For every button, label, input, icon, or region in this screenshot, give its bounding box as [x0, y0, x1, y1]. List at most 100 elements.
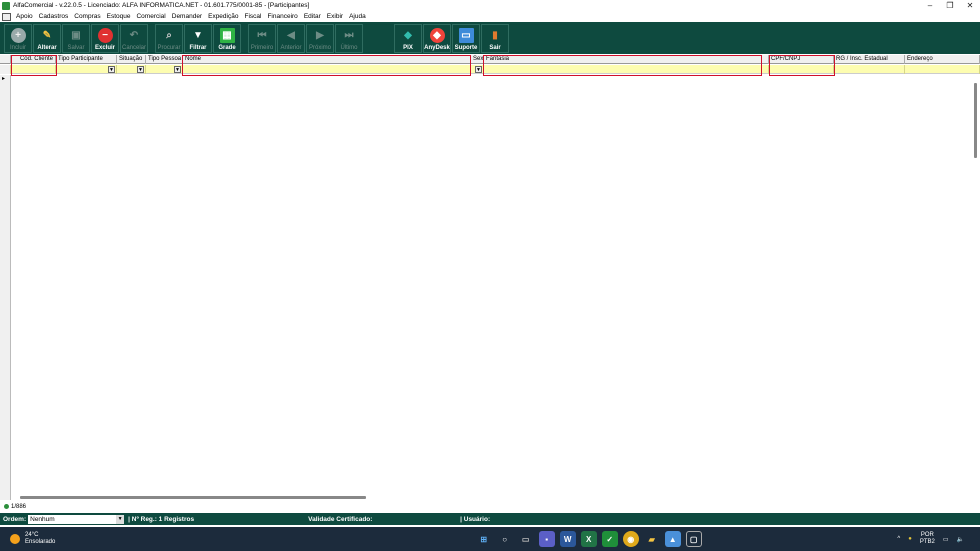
- header-corner-icon: [0, 55, 11, 64]
- proximo-label: Próximo: [308, 44, 331, 51]
- mdi-icon[interactable]: [2, 12, 11, 21]
- filter-tipo-participante[interactable]: ▼: [56, 65, 117, 74]
- pix-label: PIX: [403, 44, 413, 51]
- volume-muted-icon[interactable]: 🔈: [957, 536, 964, 543]
- filter-row-icon: [0, 65, 11, 74]
- menu-demander[interactable]: Demander: [169, 13, 205, 20]
- menu-expedicao[interactable]: Expedição: [205, 13, 241, 20]
- pix-button[interactable]: ◆ PIX: [394, 23, 422, 53]
- plus-icon: +: [10, 27, 26, 43]
- filter-rg-insc[interactable]: [834, 65, 905, 74]
- validade-certificado: Validade Certificado:: [308, 515, 373, 523]
- chevron-down-icon[interactable]: ▼: [475, 66, 482, 73]
- menu-fiscal[interactable]: Fiscal: [241, 13, 264, 20]
- menu-estoque[interactable]: Estoque: [104, 13, 134, 20]
- col-rg-insc[interactable]: RG / Insc. Estadual: [834, 55, 905, 64]
- keyboard-layout: PTB2: [919, 539, 935, 545]
- weather-desc: Ensolarado: [25, 539, 56, 545]
- salvar-label: Salvar: [67, 44, 85, 51]
- chevron-down-icon[interactable]: ▼: [174, 66, 181, 73]
- excel-icon[interactable]: X: [580, 531, 597, 547]
- tray-chevron-icon[interactable]: ^: [897, 536, 900, 542]
- pencil-icon: ✎: [42, 29, 52, 41]
- menu-financeiro[interactable]: Financeiro: [264, 13, 300, 20]
- record-status-icon: [4, 503, 9, 509]
- maximize-button[interactable]: ❐: [940, 1, 960, 10]
- language-indicator[interactable]: POR PTB2: [920, 532, 935, 546]
- ultimo-label: Último: [340, 44, 358, 51]
- anydesk-label: AnyDesk: [424, 44, 450, 51]
- col-situacao[interactable]: Situação: [117, 55, 146, 64]
- suporte-button[interactable]: ▭ Suporte: [452, 23, 480, 53]
- previous-icon: ◀: [287, 29, 295, 41]
- windows-start-icon[interactable]: ⊞: [476, 531, 492, 547]
- record-counter: 1/886: [11, 504, 27, 510]
- participants-grid[interactable]: Cód. Cliente Tipo Participante Situação …: [0, 55, 980, 500]
- alterar-label: Alterar: [37, 44, 57, 51]
- display-icon[interactable]: ▭: [943, 536, 949, 543]
- grid-icon: ▦: [219, 27, 235, 43]
- last-icon: ⏭: [344, 29, 354, 41]
- teams-icon[interactable]: ▪: [538, 531, 555, 547]
- task-view-icon[interactable]: ▭: [518, 531, 534, 547]
- close-button[interactable]: ✕: [960, 1, 980, 10]
- anterior-button[interactable]: ◀ Anterior: [277, 23, 305, 53]
- excluir-button[interactable]: − Excluir: [91, 23, 119, 53]
- proximo-button[interactable]: ▶ Próximo: [306, 23, 334, 53]
- chevron-down-icon[interactable]: ▼: [108, 66, 115, 73]
- col-tipo-participante[interactable]: Tipo Participante: [56, 55, 117, 64]
- sun-icon: [10, 534, 20, 544]
- alfa-app-icon[interactable]: ✓: [601, 531, 618, 547]
- salvar-button[interactable]: ▣ Salvar: [62, 23, 90, 53]
- primeiro-button[interactable]: ⏮ Primeiro: [248, 23, 276, 53]
- ordem-select[interactable]: Nenhum ▼: [28, 514, 125, 524]
- cancelar-label: Cancelar: [121, 44, 146, 51]
- filter-situacao[interactable]: ▼: [117, 65, 146, 74]
- menu-apoio[interactable]: Apoio: [13, 13, 36, 20]
- col-tipo-pessoa[interactable]: Tipo Pessoa: [146, 55, 183, 64]
- procurar-label: Procurar: [157, 44, 181, 51]
- pix-icon: ◆: [404, 29, 412, 41]
- procurar-button[interactable]: ⌕ Procurar: [155, 23, 183, 53]
- save-icon: ▣: [71, 29, 81, 41]
- alterar-button[interactable]: ✎ Alterar: [33, 23, 61, 53]
- incluir-button[interactable]: + Incluir: [4, 23, 32, 53]
- highlight-cpf-cnpj: [769, 55, 835, 76]
- first-icon: ⏮: [257, 29, 267, 41]
- tray-app-icon[interactable]: ●: [908, 536, 912, 542]
- sair-button[interactable]: ▮ Sair: [481, 23, 509, 53]
- app-icon: [2, 1, 10, 10]
- file-explorer-icon[interactable]: ▰: [644, 531, 660, 547]
- minimize-button[interactable]: –: [920, 1, 940, 10]
- menu-editar[interactable]: Editar: [301, 13, 324, 20]
- grade-button[interactable]: ▦ Grade: [213, 23, 241, 53]
- filtrar-button[interactable]: ▼ Filtrar: [184, 23, 212, 53]
- word-icon[interactable]: W: [559, 531, 576, 547]
- search-icon[interactable]: ○: [497, 531, 513, 547]
- ultimo-button[interactable]: ⏭ Último: [335, 23, 363, 53]
- menu-ajuda[interactable]: Ajuda: [346, 13, 369, 20]
- filter-endereco[interactable]: [905, 65, 980, 74]
- menu-comercial[interactable]: Comercial: [133, 13, 168, 20]
- menu-compras[interactable]: Compras: [71, 13, 103, 20]
- col-endereco[interactable]: Endereço: [905, 55, 980, 64]
- photos-icon[interactable]: ▲: [664, 531, 681, 547]
- chevron-down-icon[interactable]: ▼: [116, 514, 125, 524]
- anydesk-icon: ◆: [429, 27, 445, 43]
- minus-icon: −: [97, 27, 113, 43]
- filter-tipo-pessoa[interactable]: ▼: [146, 65, 183, 74]
- anydesk-button[interactable]: ◆ AnyDesk: [423, 23, 451, 53]
- horizontal-scrollbar[interactable]: [20, 496, 366, 499]
- weather-widget[interactable]: 24°C Ensolarado: [0, 532, 200, 546]
- vertical-scrollbar[interactable]: [974, 83, 977, 158]
- chevron-down-icon[interactable]: ▼: [137, 66, 144, 73]
- menu-cadastros[interactable]: Cadastros: [36, 13, 72, 20]
- app-window-icon[interactable]: ▢: [685, 531, 702, 547]
- exit-door-icon: ▮: [492, 29, 498, 41]
- menu-exibir[interactable]: Exibir: [324, 13, 346, 20]
- cancelar-button[interactable]: ↶ Cancelar: [120, 23, 148, 53]
- menu-bar: Apoio Cadastros Compras Estoque Comercia…: [0, 11, 980, 22]
- next-icon: ▶: [316, 29, 324, 41]
- chrome-icon[interactable]: ◉: [622, 531, 639, 547]
- system-tray: ^ ● POR PTB2 ▭ 🔈: [897, 532, 980, 546]
